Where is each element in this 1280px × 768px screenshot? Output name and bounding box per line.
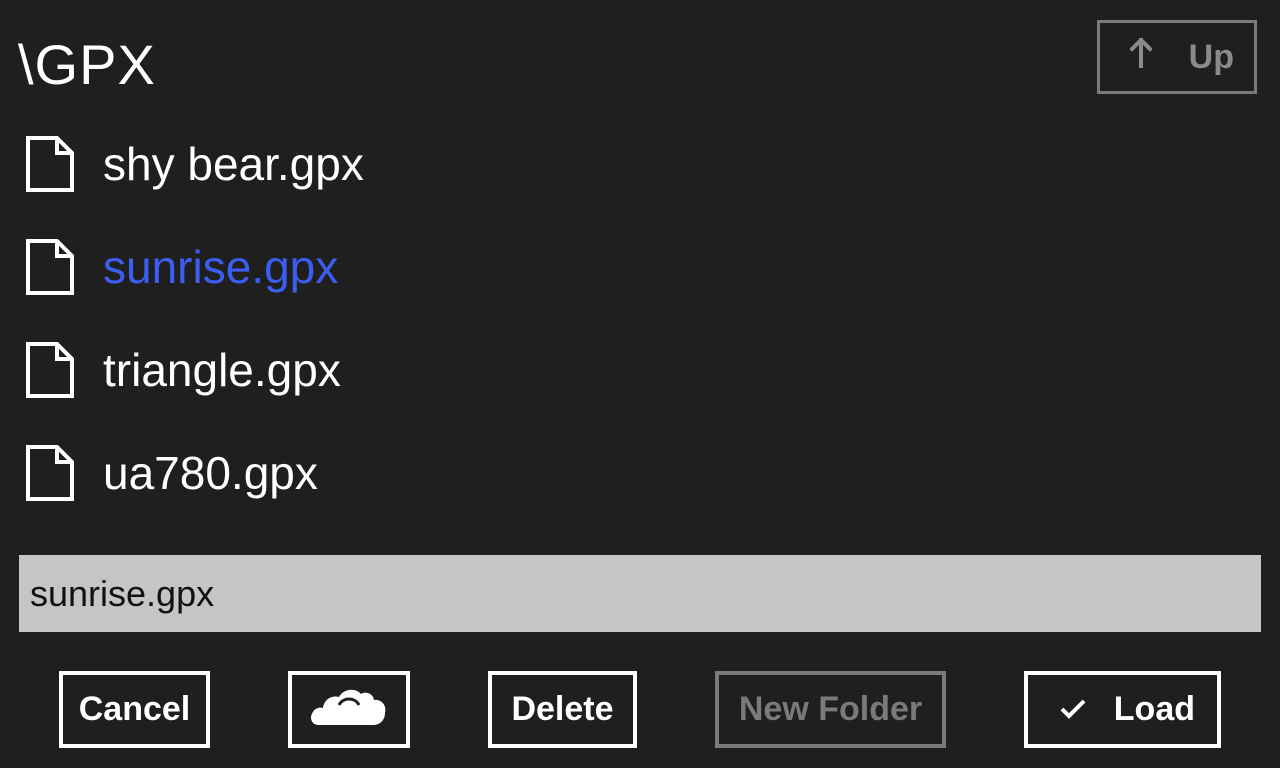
file-list-item[interactable]: shy bear.gpx (24, 112, 924, 215)
load-button-label: Load (1113, 690, 1195, 728)
file-name: sunrise.gpx (103, 240, 339, 293)
file-name: shy bear.gpx (103, 137, 364, 190)
file-list-item[interactable]: triangle.gpx (24, 318, 924, 421)
file-list: shy bear.gpx sunrise.gpx triangle.gpx ua… (24, 112, 924, 524)
onedrive-cloud-icon (309, 681, 389, 738)
load-button[interactable]: Load (1024, 671, 1221, 748)
file-icon (24, 443, 76, 503)
delete-button[interactable]: Delete (488, 671, 637, 748)
file-list-item[interactable]: ua780.gpx (24, 421, 924, 524)
file-name: triangle.gpx (103, 343, 341, 396)
file-name: ua780.gpx (103, 446, 318, 499)
file-picker-screen: \GPX Up shy bear.gpx sunrise.gpx triangl… (0, 0, 1280, 768)
current-path-title: \GPX (18, 33, 156, 96)
file-icon (24, 340, 76, 400)
arrow-up-icon (1129, 37, 1153, 76)
filename-input[interactable] (19, 555, 1261, 632)
file-icon (24, 237, 76, 297)
new-folder-button[interactable]: New Folder (715, 671, 946, 748)
file-icon (24, 134, 76, 194)
file-list-item-selected[interactable]: sunrise.gpx (24, 215, 924, 318)
cancel-button[interactable]: Cancel (59, 671, 210, 748)
up-button[interactable]: Up (1097, 20, 1257, 94)
up-button-label: Up (1188, 37, 1234, 76)
checkmark-icon (1060, 691, 1086, 728)
onedrive-button[interactable] (288, 671, 410, 748)
